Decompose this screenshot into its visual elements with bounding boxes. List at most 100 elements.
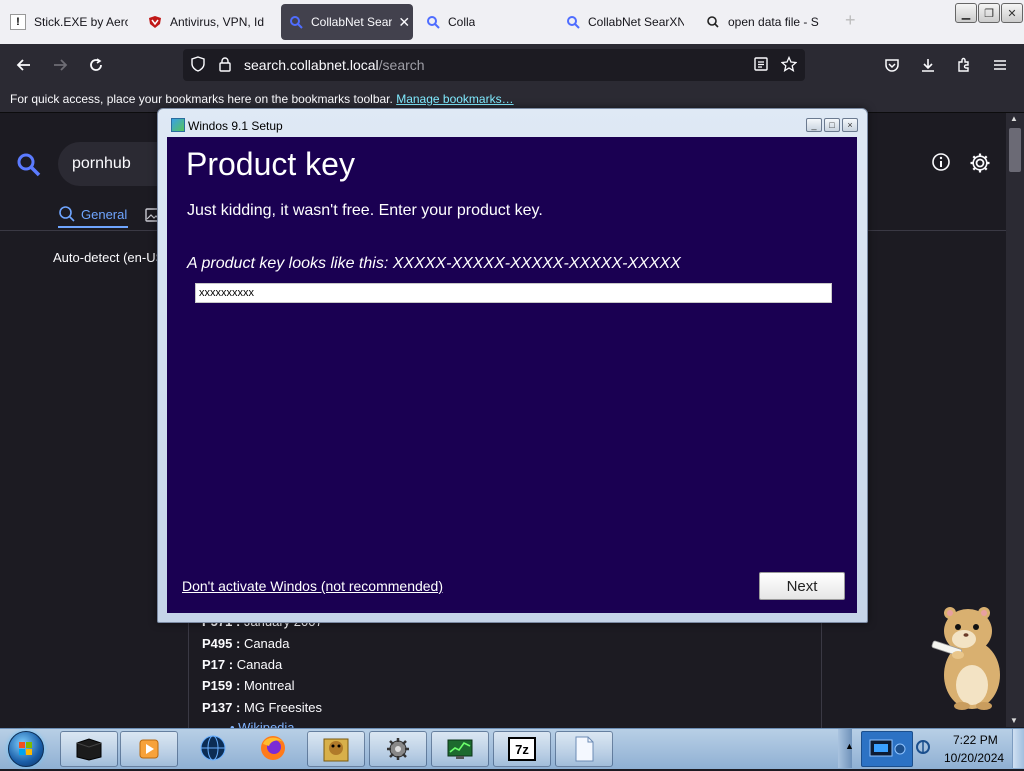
new-tab-button[interactable]: +: [845, 10, 856, 31]
product-key-format-hint: A product key looks like this: XXXXX-XXX…: [187, 255, 681, 272]
tab-collabnet-active[interactable]: CollabNet Sear ✕: [281, 4, 413, 40]
url-host: search.collabnet.local: [244, 57, 379, 73]
tab-stick-exe[interactable]: ! Stick.EXE by Aero: [10, 0, 128, 44]
sandbox-icon: [322, 736, 350, 762]
property-row: P159 : Montreal: [202, 678, 295, 693]
hamburger-menu-icon: [994, 60, 1006, 70]
dialog-titlebar[interactable]: Windos 9.1 Setup _ □ ×: [158, 109, 867, 136]
search-query-text: pornhub: [72, 155, 131, 172]
minimize-window-button[interactable]: ▁: [955, 3, 977, 23]
pocket-button[interactable]: [878, 52, 906, 78]
back-arrow-icon: [16, 59, 30, 71]
language-selector[interactable]: Auto-detect (en-US: [53, 250, 164, 265]
tab-open-data-file[interactable]: open data file - S: [706, 0, 824, 44]
taskbar-sandbox[interactable]: [307, 731, 365, 767]
taskbar-firefox[interactable]: [245, 731, 301, 765]
settings-gear-icon: [384, 736, 412, 762]
taskbar-terminal[interactable]: [60, 731, 118, 767]
taskbar-7zip[interactable]: 7z: [493, 731, 551, 767]
forward-button[interactable]: [46, 52, 74, 78]
dialog-minimize-button[interactable]: _: [806, 118, 822, 132]
scroll-up-arrow-icon[interactable]: ▲: [1010, 114, 1018, 123]
puzzle-piece-icon: [958, 57, 969, 72]
reload-button[interactable]: [82, 52, 110, 78]
window-caption-buttons: ▁ ❐ ✕: [955, 3, 1023, 23]
tab-collabnet-searxng[interactable]: CollabNet SearXN: [566, 0, 684, 44]
terminal-icon: [75, 736, 103, 762]
network-tray-icon[interactable]: [915, 738, 931, 756]
dialog-close-button[interactable]: ×: [842, 118, 858, 132]
globe-icon: [199, 735, 227, 761]
search-icon[interactable]: [16, 152, 42, 178]
clock-time[interactable]: 7:22 PM: [953, 733, 998, 747]
tab-title: CollabNet Sear: [311, 15, 393, 29]
url-text[interactable]: search.collabnet.local/search: [244, 57, 425, 73]
property-key: P137 :: [202, 700, 241, 715]
manage-bookmarks-link[interactable]: Manage bookmarks…: [396, 92, 513, 106]
property-value: Canada: [243, 636, 290, 651]
reader-view-icon[interactable]: [753, 56, 769, 72]
show-desktop-button[interactable]: [1012, 729, 1024, 768]
tab-general[interactable]: General: [58, 205, 127, 223]
clock-date[interactable]: 10/20/2024: [944, 751, 1004, 765]
url-path: /search: [378, 57, 425, 73]
property-row: P17 : Canada: [202, 657, 282, 672]
search-favicon-icon: [566, 15, 580, 29]
back-button[interactable]: [10, 52, 38, 78]
network-monitor-icon: [869, 739, 906, 757]
tab-title: Antivirus, VPN, Id: [170, 15, 265, 29]
hamster-sticker-image: [931, 607, 1000, 710]
taskbar-settings[interactable]: [369, 731, 427, 767]
taskbar-document[interactable]: [555, 731, 613, 767]
windows-logo-icon: [19, 742, 32, 755]
tab-antivirus[interactable]: Antivirus, VPN, Id: [148, 0, 266, 44]
scroll-down-arrow-icon[interactable]: ▼: [1010, 716, 1018, 725]
lock-icon[interactable]: [218, 56, 232, 72]
firefox-icon: [259, 735, 287, 761]
tracking-protection-shield-icon[interactable]: [190, 56, 206, 72]
show-hidden-icons-arrow-icon[interactable]: ▲: [845, 741, 854, 751]
page-title: Product key: [186, 146, 355, 182]
page-scrollbar[interactable]: [1006, 113, 1024, 727]
skip-activation-link[interactable]: Don't activate Windos (not recommended): [182, 578, 443, 594]
bookmarks-hint-text: For quick access, place your bookmarks h…: [10, 92, 393, 106]
dialog-maximize-button[interactable]: □: [824, 118, 840, 132]
close-window-button[interactable]: ✕: [1001, 3, 1023, 23]
dialog-title: Windos 9.1 Setup: [188, 119, 283, 133]
property-row: P137 : MG Freesites: [202, 700, 322, 715]
scrollbar-thumb[interactable]: [1009, 128, 1021, 172]
tab-active-indicator: [58, 226, 128, 228]
gear-icon[interactable]: [969, 152, 991, 174]
downloads-button[interactable]: [914, 52, 942, 78]
search-favicon-icon: [706, 15, 720, 29]
tab-collabnet-2[interactable]: Colla: [426, 0, 506, 44]
7zip-icon: 7z: [508, 737, 536, 761]
forward-arrow-icon: [54, 59, 68, 71]
taskbar-media-player[interactable]: [120, 731, 178, 767]
product-key-input[interactable]: [195, 283, 832, 303]
tab-title: open data file - S: [728, 15, 819, 29]
start-button[interactable]: [8, 731, 44, 767]
wikipedia-link-label: Wikipedia: [238, 720, 295, 728]
tab-title: Stick.EXE by Aero: [34, 15, 128, 29]
extensions-button[interactable]: [950, 52, 978, 78]
tab-close-icon[interactable]: ✕: [398, 14, 410, 31]
restore-window-button[interactable]: ❐: [978, 3, 1000, 23]
search-favicon-icon: [289, 15, 303, 29]
download-icon: [922, 59, 934, 72]
wikipedia-link[interactable]: • Wikipedia: [230, 720, 295, 728]
tab-general-label: General: [81, 206, 128, 222]
next-button[interactable]: Next: [759, 572, 845, 600]
dialog-body: Product key Just kidding, it wasn't free…: [167, 137, 857, 613]
task-manager-icon: [446, 736, 474, 762]
bookmark-star-icon[interactable]: [781, 56, 797, 72]
tray-active-app[interactable]: [861, 731, 913, 767]
taskbar-globe[interactable]: [185, 731, 241, 765]
app-menu-button[interactable]: [986, 52, 1014, 78]
property-row: P495 : Canada: [202, 636, 289, 651]
pocket-icon: [885, 59, 899, 72]
property-value: MG Freesites: [243, 700, 322, 715]
info-icon[interactable]: [931, 152, 951, 172]
taskbar-task-manager[interactable]: [431, 731, 489, 767]
exe-favicon-icon: !: [10, 14, 26, 30]
